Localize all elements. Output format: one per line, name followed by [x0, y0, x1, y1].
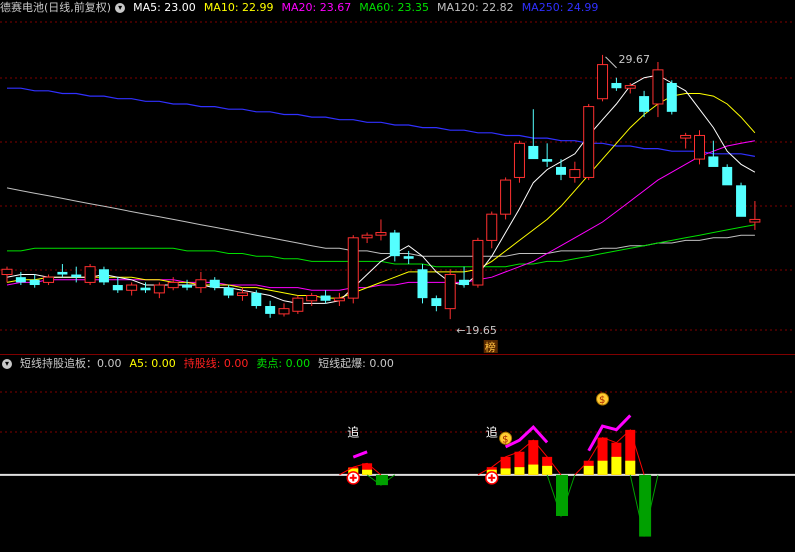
rank-badge: 榜 [485, 340, 496, 354]
candle-body [43, 276, 55, 283]
candle-body [403, 256, 414, 259]
indicator-bar-yellow [625, 460, 636, 475]
candle-body [375, 232, 387, 236]
candle-body [29, 279, 40, 286]
indicator-bar-yellow [542, 465, 553, 475]
candle-body [624, 85, 636, 89]
ma20-line [6, 140, 755, 291]
indicator-bar-green [375, 474, 388, 486]
candle-body [265, 306, 276, 314]
candle-body [223, 287, 234, 296]
candle-body [652, 69, 664, 105]
candle-body [1, 268, 13, 276]
candle-body [708, 156, 719, 167]
chart-canvas[interactable]: 29.67 ←19.65 榜追 追 $ $ [0, 0, 795, 552]
candle-body [195, 279, 207, 289]
chart-window: 德赛电池(日线,前复权) ▾ MA5: 23.00 MA10: 22.99 MA20… [0, 0, 795, 552]
indicator-bar-yellow [611, 456, 622, 475]
indicator-bar-yellow [500, 468, 511, 475]
candle-body [112, 285, 123, 291]
money-bag-icon: $ [502, 434, 508, 445]
candle-body [167, 281, 179, 289]
hold-line [339, 462, 382, 476]
indicator-bar-yellow [514, 467, 525, 475]
candle-body [736, 185, 747, 217]
candle-body [722, 166, 733, 186]
candle-body [417, 269, 428, 299]
chase-line-2 [587, 414, 632, 452]
candle-body [292, 297, 304, 312]
candle-body [569, 169, 581, 178]
candle-body [472, 239, 484, 286]
candle-body [444, 274, 456, 310]
candle-body [84, 266, 96, 283]
candle-body [542, 159, 553, 162]
candle-body [361, 234, 373, 239]
candle-body [182, 285, 193, 288]
candle-body [98, 269, 109, 283]
candle-body [556, 166, 566, 175]
indicator-bar-yellow [528, 464, 539, 475]
candle-body [680, 134, 692, 139]
candle-body [209, 279, 220, 288]
indicator-bar-yellow [583, 465, 594, 475]
low-price-label: ←19.65 [456, 324, 497, 337]
candle-body [15, 277, 26, 283]
candle-body [278, 308, 290, 315]
candle-body [140, 287, 151, 291]
candle-body [500, 179, 512, 215]
candle-body [459, 279, 470, 286]
candle-body [611, 82, 622, 89]
chase-line-0 [352, 450, 368, 459]
candle-body [306, 295, 318, 302]
candle-body [153, 284, 165, 294]
candle-body [528, 145, 539, 160]
chase-label-1: 追 [486, 424, 498, 439]
indicator-bar-yellow [597, 460, 608, 475]
candle-body [431, 298, 442, 307]
candle-body [57, 271, 68, 275]
candle-body [666, 82, 677, 112]
indicator-bar-green [639, 474, 652, 537]
high-price-label: 29.67 [619, 53, 651, 66]
candle-body [320, 295, 331, 301]
money-bag-icon: $ [599, 395, 605, 406]
chase-label-0: 追 [347, 424, 359, 439]
candle-body [347, 237, 359, 299]
candle-body [749, 218, 761, 223]
ma10-line [6, 93, 756, 299]
candle-body [251, 292, 262, 307]
candle-body [583, 106, 595, 178]
candle-body [486, 213, 498, 241]
candle-body [694, 134, 705, 160]
candle-body [126, 284, 138, 291]
indicator-bar-yellow [362, 469, 373, 475]
candle-body [389, 232, 400, 257]
candle-body [513, 142, 525, 178]
candle-body [333, 297, 345, 302]
candle-body [236, 292, 248, 297]
candle-body [639, 96, 650, 112]
candle-body [597, 64, 609, 100]
indicator-bar-green [556, 474, 568, 516]
candle-body [71, 274, 82, 278]
